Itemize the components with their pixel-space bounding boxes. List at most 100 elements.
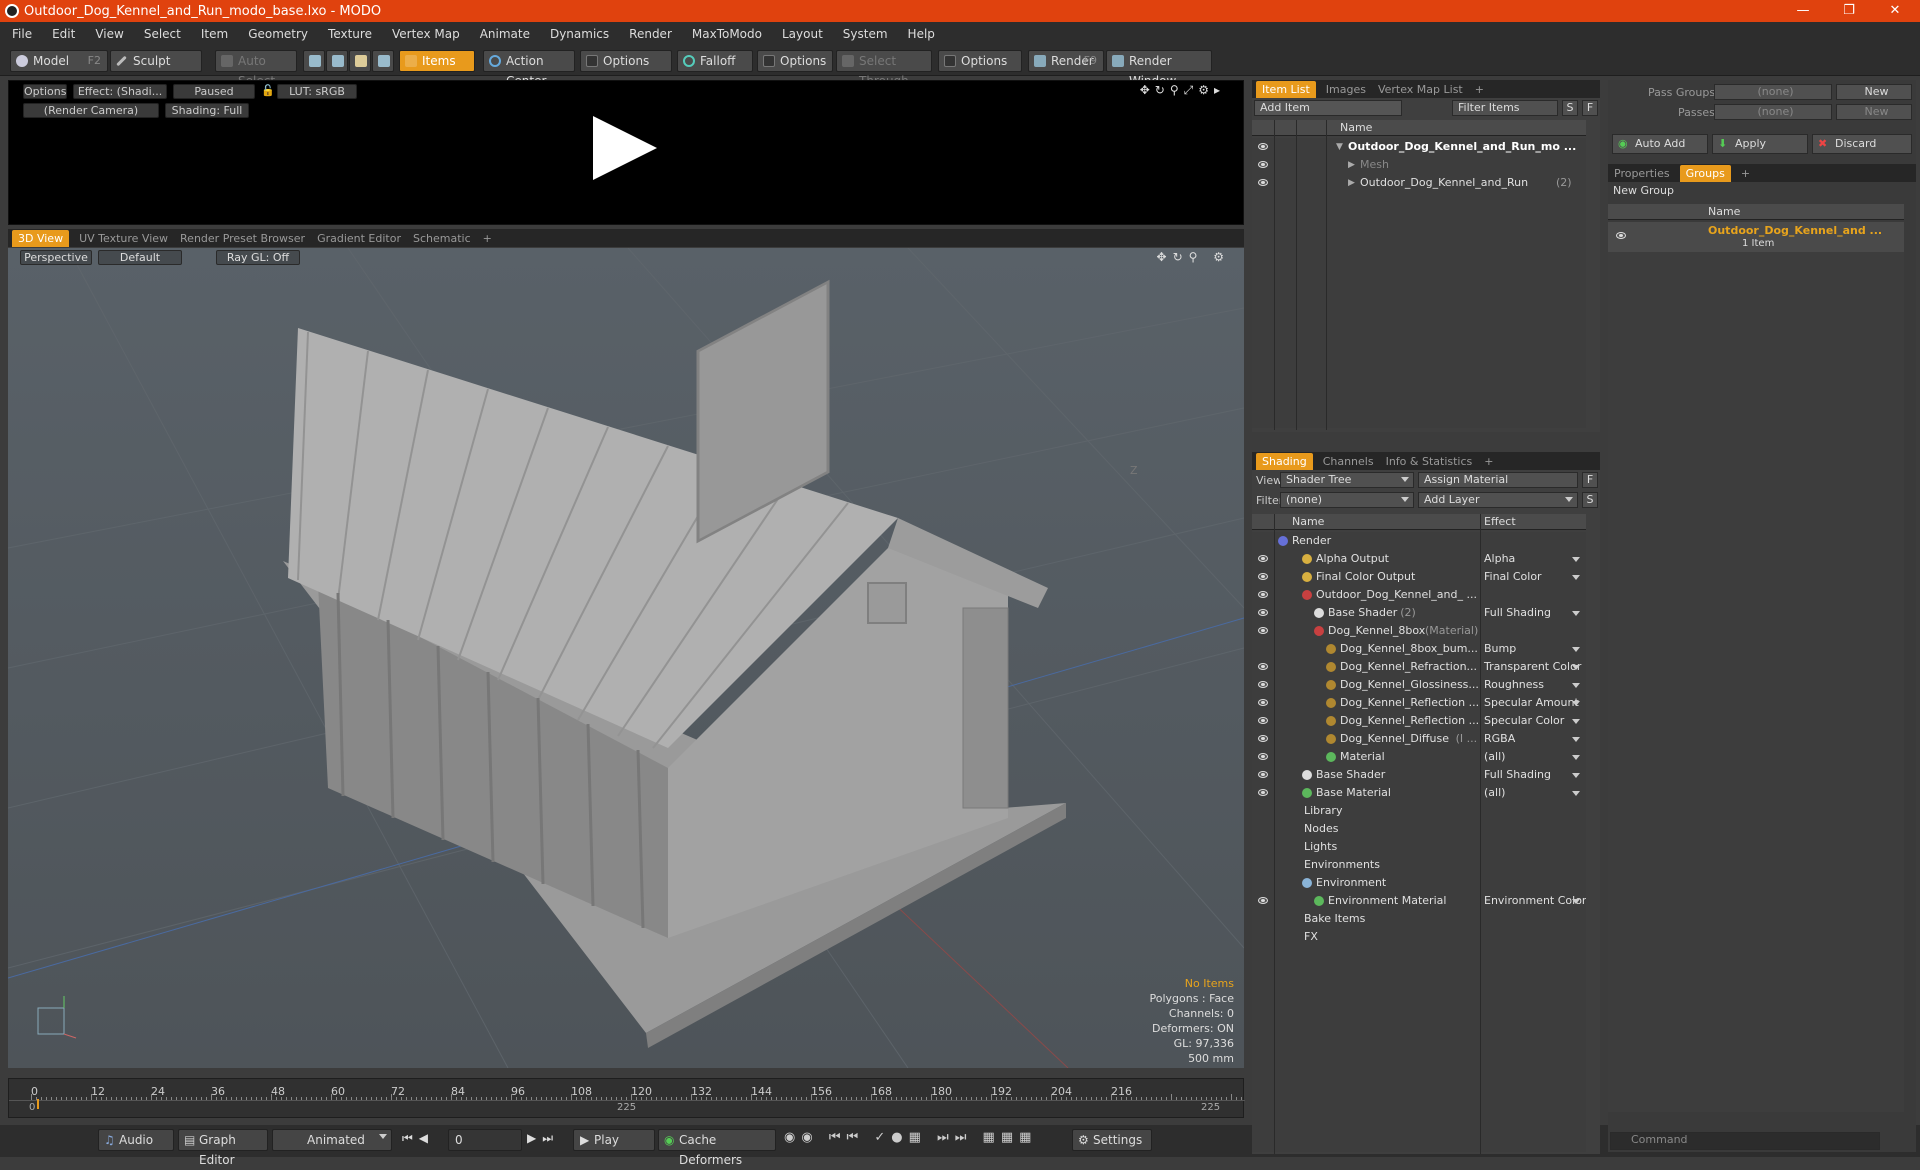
preview-paused-button[interactable]: Paused [173,84,255,99]
chevron-right-icon[interactable]: ▶ [1348,156,1355,174]
right-add-tab-icon[interactable]: + [1741,167,1750,180]
shader-row[interactable]: Alpha Output Alpha [1252,550,1586,568]
eye-icon[interactable] [1258,179,1268,186]
preview-options-button[interactable]: Options [23,84,67,99]
shader-row[interactable]: Environment [1252,874,1586,892]
pass-groups-dropdown[interactable]: (none) [1714,84,1832,100]
f-button[interactable]: F [1582,100,1598,116]
menu-vertex-map[interactable]: Vertex Map [392,27,460,41]
play-icon[interactable] [593,116,657,180]
auto-add-button[interactable]: ◉ Auto Add [1612,134,1708,154]
shader-row[interactable]: Environment Material Environment Color [1252,892,1586,910]
transport-back-icons[interactable]: ⏮◀ [402,1131,434,1146]
preview-shading-dropdown[interactable]: Shading: Full [165,103,249,118]
view-add-tab-icon[interactable]: + [483,232,492,245]
shader-row[interactable]: Dog_Kennel_Reflection ... Specular Color [1252,712,1586,730]
menu-maxtomodo[interactable]: MaxToModo [692,27,762,41]
graph-editor-button[interactable]: ▤ Graph Editor [178,1129,268,1167]
item-row[interactable]: Outdoor_Dog_Kennel_and_Run (2) ▶ [1252,174,1586,192]
preview-lut-dropdown[interactable]: LUT: sRGB [277,84,357,99]
eye-icon[interactable] [1258,717,1268,724]
apply-button[interactable]: ⬇ Apply [1712,134,1808,154]
shader-row[interactable]: Lights [1252,838,1586,856]
shader-row[interactable]: Base Shader Full Shading [1252,766,1586,784]
eye-icon[interactable] [1258,699,1268,706]
shader-row[interactable]: Material (all) [1252,748,1586,766]
add-layer-dropdown[interactable]: Add Layer [1418,492,1578,508]
eye-icon[interactable] [1258,681,1268,688]
menu-edit[interactable]: Edit [52,27,75,41]
preview-effect-dropdown[interactable]: Effect: (Shadi... [73,84,167,99]
shader-effect[interactable]: Full Shading [1484,766,1551,784]
eye-icon[interactable] [1258,609,1268,616]
timeline-playhead[interactable] [37,1099,39,1109]
view-tab-3[interactable]: Gradient Editor [317,232,401,245]
menu-help[interactable]: Help [908,27,935,41]
eye-icon[interactable] [1258,735,1268,742]
audio-button[interactable]: ♫ Audio [98,1129,174,1151]
restore-icon[interactable]: ❐ [1826,0,1872,22]
action-center-options-button[interactable]: Options [580,50,672,72]
eye-icon[interactable] [1258,663,1268,670]
menu-dynamics[interactable]: Dynamics [550,27,609,41]
transport-forward-icons[interactable]: ▶⏭ [527,1131,559,1146]
item-list-tab-1[interactable]: Images [1326,83,1366,96]
shader-effect[interactable]: Specular Color [1484,712,1564,730]
shader-row[interactable]: Dog_Kennel_Glossiness... Roughness [1252,676,1586,694]
shader-row[interactable]: Dog_Kennel_8box_bum... Bump [1252,640,1586,658]
shading-s-button[interactable]: S [1582,492,1598,508]
shading-tab-0[interactable]: Shading [1256,452,1313,470]
chevron-down-icon[interactable] [1572,701,1580,706]
menu-select[interactable]: Select [144,27,181,41]
command-input[interactable]: Command [1610,1132,1880,1150]
menu-animate[interactable]: Animate [480,27,530,41]
shader-row[interactable]: Render [1252,532,1586,550]
minimize-icon[interactable]: — [1780,0,1826,22]
shader-effect[interactable]: Roughness [1484,676,1544,694]
view-tab-1[interactable]: UV Texture View [79,232,168,245]
chevron-down-icon[interactable] [1572,899,1580,904]
timeline[interactable]: 0 12 24 36 48 60 72 84 96 108 120 132 144 156 168 180 19… [8,1078,1245,1118]
animated-dropdown[interactable]: Animated [272,1129,392,1151]
cache-deformers-button[interactable]: ◉ Cache Deformers [658,1129,776,1167]
materials-button[interactable] [372,50,394,72]
shader-effect[interactable]: Final Color [1484,568,1542,586]
auto-select-button[interactable]: Auto Select [215,50,297,88]
shader-effect[interactable]: Transparent Color [1484,658,1581,676]
menu-texture[interactable]: Texture [328,27,372,41]
close-icon[interactable]: ✕ [1872,0,1918,22]
chevron-down-icon[interactable] [1572,791,1580,796]
render-preview[interactable]: Options Effect: (Shadi... Paused 🔓 LUT: … [8,80,1244,225]
chevron-down-icon[interactable] [1572,737,1580,742]
preview-camera-dropdown[interactable]: (Render Camera) [23,103,159,118]
raygl-dropdown[interactable]: Ray GL: Off [216,250,300,265]
render-button[interactable]: Render F9 [1028,50,1104,72]
shader-row[interactable]: Dog_Kennel_Reflection ... Specular Amount [1252,694,1586,712]
shader-effect[interactable]: Full Shading [1484,604,1551,622]
menu-system[interactable]: System [843,27,888,41]
chevron-down-icon[interactable] [1572,683,1580,688]
menu-layout[interactable]: Layout [782,27,823,41]
discard-button[interactable]: ✖ Discard [1812,134,1912,154]
eye-icon[interactable] [1258,627,1268,634]
view-tab-4[interactable]: Schematic [413,232,471,245]
shader-row[interactable]: Bake Items [1252,910,1586,928]
s-button[interactable]: S [1562,100,1578,116]
chevron-right-icon[interactable]: ▶ [1348,174,1355,192]
new-pass-button[interactable]: New [1836,104,1912,120]
shader-row[interactable]: Outdoor_Dog_Kennel_and_ ... [1252,586,1586,604]
select-through-options-button[interactable]: Options [938,50,1022,72]
chevron-down-icon[interactable]: ▼ [1336,138,1343,156]
eye-icon[interactable] [1258,753,1268,760]
shader-effect[interactable]: Specular Amount [1484,694,1579,712]
shader-row[interactable]: Dog_Kennel_8box (Material) [1252,622,1586,640]
assign-material-button[interactable]: Assign Material [1418,472,1578,488]
shader-row[interactable]: Dog_Kennel_Refraction... Transparent Colo… [1252,658,1586,676]
sculpt-mode-button[interactable]: Sculpt [110,50,202,72]
eye-icon[interactable] [1258,555,1268,562]
timeline-ruler[interactable]: 0 12 24 36 48 60 72 84 96 108 120 132 144 156 168 180 19… [9,1079,1245,1101]
shader-row[interactable]: FX [1252,928,1586,946]
chevron-down-icon[interactable] [1572,575,1580,580]
shader-effect[interactable]: (all) [1484,784,1505,802]
settings-button[interactable]: ⚙ Settings [1072,1129,1152,1151]
